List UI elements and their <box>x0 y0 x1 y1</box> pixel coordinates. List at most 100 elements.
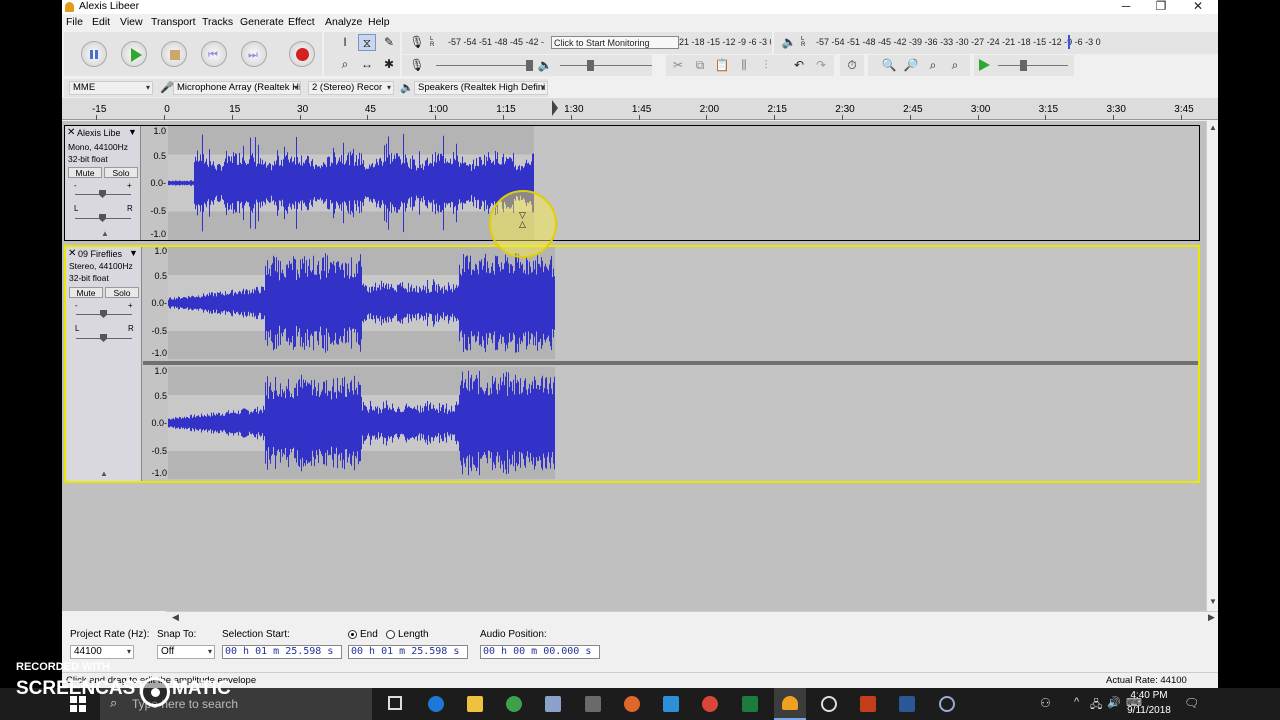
file-explorer-icon[interactable] <box>467 696 483 712</box>
solo-button[interactable]: Solo <box>105 287 139 298</box>
multi-tool-icon[interactable]: ✱ <box>380 56 398 73</box>
recording-device-select[interactable]: Microphone Array (Realtek Hi ▾ <box>173 81 301 95</box>
skip-start-button[interactable]: ⏮ <box>201 41 227 67</box>
solo-button[interactable]: Solo <box>104 167 138 178</box>
menu-file[interactable]: File <box>66 16 83 29</box>
menu-tracks[interactable]: Tracks <box>202 16 233 29</box>
microphone-icon[interactable]: 🎙 <box>408 34 426 51</box>
audio-position-field[interactable]: 00 h 00 m 00.000 s <box>480 645 600 659</box>
snipping-tool-icon[interactable] <box>545 696 561 712</box>
task-view-icon[interactable] <box>388 696 402 710</box>
word-icon[interactable] <box>899 696 915 712</box>
mute-button[interactable]: Mute <box>68 167 102 178</box>
close-track-icon[interactable]: ✕ <box>67 127 75 138</box>
audacity-taskbar-button[interactable] <box>774 688 806 720</box>
project-rate-select[interactable]: 44100 ▾ <box>70 645 134 659</box>
mute-button[interactable]: Mute <box>69 287 103 298</box>
fit-project-icon[interactable]: ⌕ <box>946 57 964 74</box>
collapse-track-icon[interactable]: ▲ <box>101 229 109 238</box>
selection-end-field[interactable]: 00 h 01 m 25.598 s <box>348 645 468 659</box>
close-button[interactable]: ✕ <box>1184 0 1212 13</box>
redo-icon[interactable]: ↷ <box>812 57 830 74</box>
envelope-tool-icon[interactable]: ⧖ <box>358 34 376 51</box>
gain-knob[interactable] <box>100 310 107 318</box>
track-name[interactable]: 09 Fireflies <box>78 249 128 260</box>
draw-tool-icon[interactable]: ✎ <box>380 34 398 51</box>
menu-edit[interactable]: Edit <box>92 16 110 29</box>
firefox-icon[interactable] <box>624 696 640 712</box>
vertical-ruler-right[interactable]: 1.0 0.5 0.0- -0.5 -1.0 <box>143 366 169 479</box>
vertical-ruler-left[interactable]: 1.0 0.5 0.0- -0.5 -1.0 <box>143 246 169 359</box>
clock-time[interactable]: 4:40 PM <box>1130 690 1168 701</box>
track-control-panel[interactable]: ✕ 09 Fireflies ▼ Stereo, 44100Hz 32-bit … <box>66 247 142 481</box>
end-radio[interactable] <box>348 630 357 639</box>
screencast-app-icon[interactable] <box>939 696 955 712</box>
pan-knob[interactable] <box>100 334 107 342</box>
start-monitoring-tooltip[interactable]: Click to Start Monitoring <box>551 36 679 49</box>
scroll-down-icon[interactable]: ▼ <box>1209 597 1217 606</box>
zoom-out-icon[interactable]: 🔎 <box>902 57 920 74</box>
menu-effect[interactable]: Effect <box>288 16 315 29</box>
skip-end-button[interactable]: ⏭ <box>241 41 267 67</box>
menu-view[interactable]: View <box>120 16 143 29</box>
track-name[interactable]: Alexis Libe <box>77 128 127 139</box>
horizontal-scrollbar[interactable]: ◀ ▶ <box>166 611 1218 623</box>
snap-to-select[interactable]: Off ▾ <box>157 645 215 659</box>
menu-analyze[interactable]: Analyze <box>325 16 362 29</box>
vertical-ruler[interactable]: 1.0 0.5 0.0- -0.5 -1.0 <box>142 126 168 240</box>
length-radio[interactable] <box>386 630 395 639</box>
obs-icon[interactable] <box>821 696 837 712</box>
playback-meter-scale[interactable]: -57 -54 -51 -48 -45 -42 -39 -36 -33 -30 … <box>816 36 1146 48</box>
fit-selection-icon[interactable]: ⌕ <box>924 57 942 74</box>
sync-lock-icon[interactable]: ⏱ <box>843 57 861 74</box>
selection-start-field[interactable]: 00 h 01 m 25.598 s <box>222 645 342 659</box>
play-at-speed-icon[interactable] <box>979 59 990 71</box>
silence-icon[interactable]: ⫶ <box>757 57 775 74</box>
waveform-clip-right[interactable] <box>168 367 555 479</box>
trim-icon[interactable]: ⫼ <box>735 57 753 74</box>
collapse-track-icon[interactable]: ▲ <box>100 469 108 478</box>
vertical-scrollbar[interactable]: ▲ ▼ <box>1206 121 1218 611</box>
track-menu-chevron-icon[interactable]: ▼ <box>128 127 137 137</box>
track-menu-chevron-icon[interactable]: ▼ <box>129 248 138 258</box>
close-track-icon[interactable]: ✕ <box>68 248 76 259</box>
recording-channels-select[interactable]: 2 (Stereo) Recor ▾ <box>308 81 394 95</box>
speaker-icon[interactable]: 🔈 <box>780 34 798 51</box>
menu-transport[interactable]: Transport <box>151 16 196 29</box>
chrome-icon[interactable] <box>506 696 522 712</box>
scroll-right-icon[interactable]: ▶ <box>1208 612 1215 623</box>
timeline-ruler[interactable]: -15 0 15 30 45 1:00 1:15 1:30 1:45 2:00 2:15 2:30 2:… <box>62 98 1218 120</box>
audio-host-select[interactable]: MME ▾ <box>69 81 153 95</box>
record-button[interactable] <box>289 41 315 67</box>
calculator-icon[interactable] <box>585 696 601 712</box>
network-icon[interactable]: 🖧 <box>1090 696 1102 715</box>
copy-icon[interactable]: ⧉ <box>691 57 709 74</box>
track-alexis[interactable]: ✕ Alexis Libe ▼ Mono, 44100Hz 32-bit flo… <box>64 125 1200 241</box>
input-volume-slider[interactable] <box>436 65 528 66</box>
scroll-left-icon[interactable]: ◀ <box>172 612 179 623</box>
track-control-panel[interactable]: ✕ Alexis Libe ▼ Mono, 44100Hz 32-bit flo… <box>65 126 141 240</box>
pan-knob[interactable] <box>99 214 106 222</box>
playback-device-select[interactable]: Speakers (Realtek High Defini ▾ <box>414 81 548 95</box>
undo-icon[interactable]: ↶ <box>790 57 808 74</box>
track-fireflies[interactable]: ✕ 09 Fireflies ▼ Stereo, 44100Hz 32-bit … <box>64 245 1200 483</box>
clock-date[interactable]: 9/11/2018 <box>1126 705 1172 716</box>
paste-icon[interactable]: 📋 <box>713 57 731 74</box>
volume-icon[interactable]: 🔊 <box>1107 696 1121 709</box>
people-icon[interactable]: ⚇ <box>1040 696 1051 710</box>
stop-button[interactable] <box>161 41 187 67</box>
excel-icon[interactable] <box>742 696 758 712</box>
maximize-button[interactable]: ❐ <box>1147 0 1175 13</box>
zoom-in-icon[interactable]: 🔍 <box>880 57 898 74</box>
zoom-tool-icon[interactable]: ⌕ <box>336 56 354 73</box>
waveform-clip-left[interactable] <box>168 247 555 359</box>
tracks-area[interactable]: ✕ Alexis Libe ▼ Mono, 44100Hz 32-bit flo… <box>62 121 1206 611</box>
gain-knob[interactable] <box>99 190 106 198</box>
powerpoint-icon[interactable] <box>860 696 876 712</box>
scroll-up-icon[interactable]: ▲ <box>1209 123 1217 132</box>
selection-tool-icon[interactable]: I <box>336 34 354 51</box>
waveform-clip[interactable] <box>168 126 534 240</box>
edge-icon[interactable] <box>428 696 444 712</box>
menu-generate[interactable]: Generate <box>240 16 284 29</box>
minimize-button[interactable]: ─ <box>1112 0 1140 13</box>
